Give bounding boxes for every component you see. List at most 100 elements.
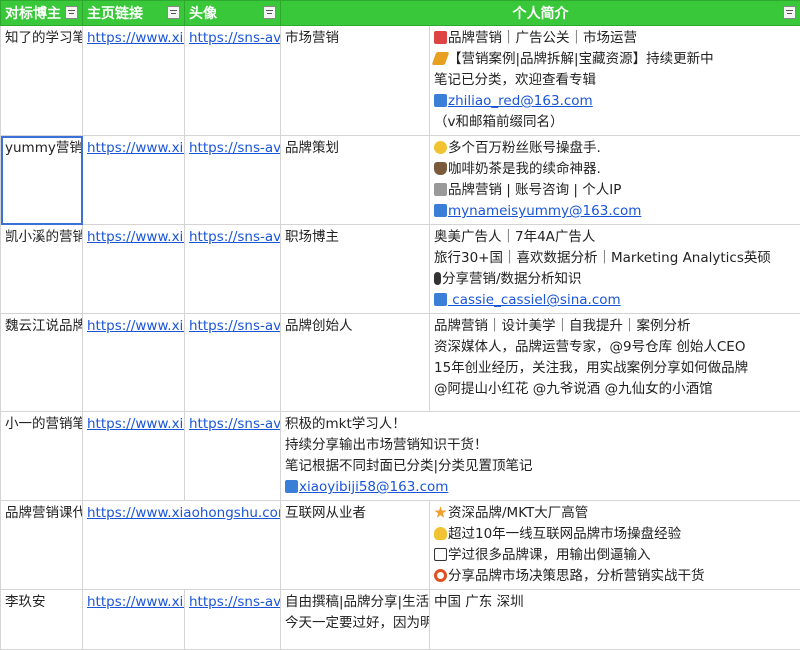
email-link[interactable]: mynameisyummy@163.com xyxy=(448,203,641,219)
bio-line: 品牌营销｜设计美学｜自我提升｜案例分析 xyxy=(434,316,796,337)
avatar-link[interactable]: https://sns-avatar xyxy=(185,26,281,136)
field-text: 职场博主 xyxy=(285,227,425,248)
bio-cell[interactable]: 资深品牌/MKT大厂高管超过10年一线互联网品牌市场操盘经验学过很多品牌课，用输… xyxy=(430,501,800,590)
bio-text: 多个百万粉丝账号操盘手. xyxy=(448,140,601,156)
field-cell[interactable]: 品牌策划 xyxy=(281,136,430,225)
bio-line: （v和邮箱前缀同名） xyxy=(434,112,796,133)
field-cell[interactable]: 自由撰稿|品牌分享|生活今天一定要过好，因为明 xyxy=(281,590,430,650)
avatar-link[interactable]: https://sns-avatar xyxy=(185,136,281,225)
bio-line: 奥美广告人｜7年4A广告人 xyxy=(434,227,796,248)
bio-text: 15年创业经历，关注我，用实战案例分享如何做品牌 xyxy=(434,360,748,376)
mailbox-icon xyxy=(434,293,447,306)
field-cell[interactable]: 积极的mkt学习人！ 持续分享输出市场营销知识干货！ 笔记根据不同封面已分类|分类见… xyxy=(281,412,800,501)
homepage-link[interactable]: https://www.xiaohongshu.com xyxy=(83,26,185,136)
blogger-name[interactable]: yummy营销笔 xyxy=(1,136,83,225)
bio-text: @阿提山小红花 @九爷说酒 @九仙女的小酒馆 xyxy=(434,381,713,397)
blogger-name[interactable]: 知了的学习笔 xyxy=(1,26,83,136)
bio-line: 积极的mkt学习人！ xyxy=(285,414,796,435)
bio-line: xiaoyibiji58@163.com xyxy=(285,477,796,498)
filter-icon[interactable] xyxy=(263,6,276,19)
bio-line: 分享营销/数据分析知识 xyxy=(434,269,796,290)
avatar-link[interactable]: https://sns-avatar xyxy=(185,225,281,314)
homepage-link[interactable]: https://www.xiaohongshu.com xyxy=(83,412,185,501)
bio-line: cassie_cassiel@sina.com xyxy=(434,290,796,311)
bio-line: 资深品牌/MKT大厂高管 xyxy=(434,503,796,524)
bio-line: 资深媒体人，品牌运营专家，@9号仓库 创始人CEO xyxy=(434,337,796,358)
bio-cell[interactable]: 多个百万粉丝账号操盘手.咖啡奶茶是我的续命神器.品牌营销 | 账号咨询 | 个人… xyxy=(430,136,800,225)
bio-line: 15年创业经历，关注我，用实战案例分享如何做品牌 xyxy=(434,358,796,379)
bio-text: 品牌营销｜广告公关｜市场运营 xyxy=(448,30,637,46)
bio-cell[interactable]: 品牌营销｜设计美学｜自我提升｜案例分析 资深媒体人，品牌运营专家，@9号仓库 创… xyxy=(430,314,800,412)
field-cell[interactable]: 市场营销 xyxy=(281,26,430,136)
bio-cell[interactable]: 中国 广东 深圳 xyxy=(430,590,800,650)
table-row: 凯小溪的营销https://www.xiaohongshu.comhttps:/… xyxy=(1,225,800,314)
bio-text: 超过10年一线互联网品牌市场操盘经验 xyxy=(448,526,681,542)
bio-line: mynameisyummy@163.com xyxy=(434,201,796,222)
pill-icon xyxy=(434,272,441,285)
bio-line: 多个百万粉丝账号操盘手. xyxy=(434,138,796,159)
homepage-link[interactable]: https://www.xiaohongshu.com xyxy=(83,225,185,314)
field-cell[interactable]: 互联网从业者 xyxy=(281,501,430,590)
email-link[interactable]: zhiliao_red@163.com xyxy=(448,93,593,109)
book-icon xyxy=(434,31,447,44)
field-text: 今天一定要过好，因为明 xyxy=(285,613,425,634)
bio-line: 品牌营销｜广告公关｜市场运营 xyxy=(434,28,796,49)
bio-text: 笔记已分类，欢迎查看专辑 xyxy=(434,72,596,88)
blogger-name[interactable]: 小一的营销笔 xyxy=(1,412,83,501)
header-avatar[interactable]: 头像 xyxy=(185,1,281,26)
header-blogger[interactable]: 对标博主 xyxy=(1,1,83,26)
star-icon xyxy=(434,506,447,519)
mailbox-icon xyxy=(434,204,447,217)
blogger-name[interactable]: 品牌营销课代 xyxy=(1,501,83,590)
bio-line: 咖啡奶茶是我的续命神器. xyxy=(434,159,796,180)
speaker-icon xyxy=(434,183,447,196)
homepage-link[interactable]: https://www.xiaohongshu.com xyxy=(83,590,185,650)
blogger-name[interactable]: 李玖安 xyxy=(1,590,83,650)
avatar-link[interactable]: https://sns-avatar xyxy=(185,314,281,412)
header-homepage-link[interactable]: 主页链接 xyxy=(83,1,185,26)
frame-icon xyxy=(434,548,447,561)
table-row: 李玖安https://www.xiaohongshu.comhttps://sn… xyxy=(1,590,800,650)
blogger-name[interactable]: 凯小溪的营销 xyxy=(1,225,83,314)
bio-line: 超过10年一线互联网品牌市场操盘经验 xyxy=(434,524,796,545)
table-row: yummy营销笔https://www.xiaohongshu.comhttps… xyxy=(1,136,800,225)
table-row: 知了的学习笔https://www.xiaohongshu.comhttps:/… xyxy=(1,26,800,136)
bio-text: 资深品牌/MKT大厂高管 xyxy=(448,505,588,521)
filter-icon[interactable] xyxy=(783,6,796,19)
header-bio[interactable]: 个人简介 xyxy=(281,1,800,26)
mailbox-icon xyxy=(285,480,298,493)
field-text: 品牌策划 xyxy=(285,138,425,159)
email-link[interactable]: cassie_cassiel@sina.com xyxy=(448,292,621,308)
homepage-link[interactable]: https://www.xiaohongshu.com xyxy=(83,136,185,225)
bio-text: 中国 广东 深圳 xyxy=(434,594,524,610)
bio-line: zhiliao_red@163.com xyxy=(434,91,796,112)
homepage-link[interactable]: https://www.xiaohongshu.com/user xyxy=(83,501,281,590)
email-link[interactable]: xiaoyibiji58@163.com xyxy=(299,479,448,495)
bio-text: 品牌营销｜设计美学｜自我提升｜案例分析 xyxy=(434,318,691,334)
field-text: 市场营销 xyxy=(285,28,425,49)
bio-cell[interactable]: 奥美广告人｜7年4A广告人旅行30+国｜喜欢数据分析｜Marketing Ana… xyxy=(430,225,800,314)
bio-cell[interactable]: 品牌营销｜广告公关｜市场运营【营销案例|品牌拆解|宝藏资源】持续更新中笔记已分类… xyxy=(430,26,800,136)
bio-text: 持续分享输出市场营销知识干货！ xyxy=(285,437,488,453)
table-row: 小一的营销笔https://www.xiaohongshu.comhttps:/… xyxy=(1,412,800,501)
mailbox-icon xyxy=(434,94,447,107)
bio-text: 分享营销/数据分析知识 xyxy=(442,271,582,287)
filter-icon[interactable] xyxy=(65,6,78,19)
bio-line: 笔记根据不同封面已分类|分类见置顶笔记 xyxy=(285,456,796,477)
field-cell[interactable]: 品牌创始人 xyxy=(281,314,430,412)
homepage-link[interactable]: https://www.xiaohongshu.com xyxy=(83,314,185,412)
avatar-link[interactable]: https://sns-avatar xyxy=(185,412,281,501)
bio-text: 资深媒体人，品牌运营专家，@9号仓库 创始人CEO xyxy=(434,339,745,355)
avatar-link[interactable]: https://sns-avatar xyxy=(185,590,281,650)
bio-text: 积极的mkt学习人！ xyxy=(285,416,406,432)
header-row: 对标博主 主页链接 头像 个人简介 xyxy=(1,1,800,26)
ring-icon xyxy=(434,569,447,582)
filter-icon[interactable] xyxy=(167,6,180,19)
field-cell[interactable]: 职场博主 xyxy=(281,225,430,314)
table-row: 魏云江说品牌https://www.xiaohongshu.comhttps:/… xyxy=(1,314,800,412)
bulb-icon xyxy=(434,527,447,540)
blogger-table: 对标博主 主页链接 头像 个人简介 知了的学习笔https://www.xiao… xyxy=(0,0,800,650)
bio-line: 学过很多品牌课，用输出倒逼输入 xyxy=(434,545,796,566)
blogger-name[interactable]: 魏云江说品牌 xyxy=(1,314,83,412)
bio-text: 笔记根据不同封面已分类|分类见置顶笔记 xyxy=(285,458,533,474)
